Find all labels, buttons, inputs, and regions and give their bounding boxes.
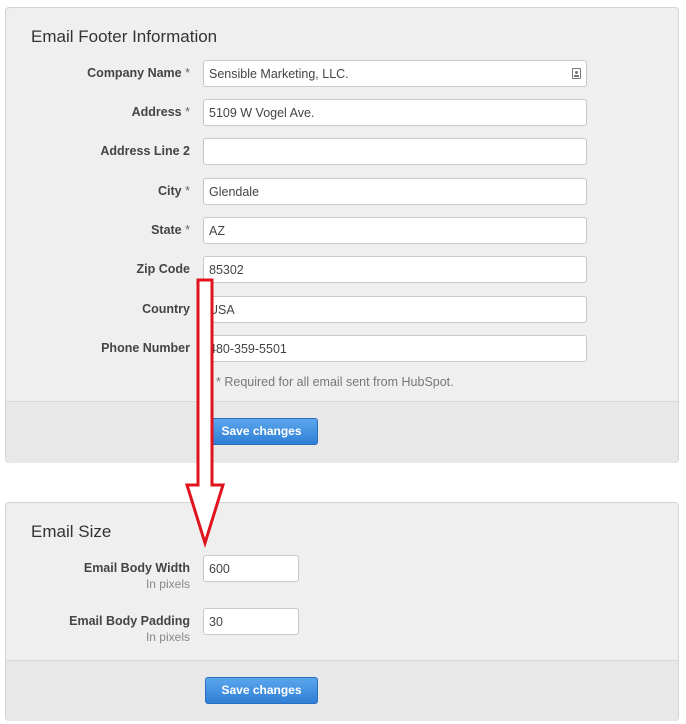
phone-number-row: Phone Number 480-359-5501 (6, 335, 678, 363)
email-body-width-sublabel: In pixels (145, 577, 190, 591)
country-field[interactable]: USA (203, 296, 587, 323)
zip-code-label: Zip Code (136, 262, 190, 276)
city-label: City * (158, 184, 190, 198)
contact-card-icon[interactable] (572, 68, 581, 79)
address-row: Address * 5109 W Vogel Ave. (6, 99, 678, 127)
email-footer-actions: Save changes (6, 401, 678, 463)
email-body-padding-label: Email Body Padding (69, 614, 190, 628)
email-size-actions: Save changes (6, 660, 678, 721)
city-field[interactable]: Glendale (203, 178, 587, 205)
company-name-label: Company Name * (87, 66, 190, 80)
address-label: Address * (131, 105, 190, 119)
address-line-2-row: Address Line 2 (6, 138, 678, 166)
state-field[interactable]: AZ (203, 217, 587, 244)
save-changes-button[interactable]: Save changes (205, 418, 318, 445)
city-row: City * Glendale (6, 178, 678, 206)
required-help-text: * Required for all email sent from HubSp… (216, 375, 454, 389)
address-line-2-field[interactable] (203, 138, 587, 165)
state-label: State * (151, 223, 190, 237)
email-body-width-label: Email Body Width (83, 561, 190, 575)
email-body-padding-field[interactable]: 30 (203, 608, 299, 635)
email-size-title: Email Size (31, 522, 112, 541)
zip-code-row: Zip Code 85302 (6, 256, 678, 284)
email-size-panel: Email Size Email Body Width In pixels 60… (5, 502, 679, 721)
zip-code-field[interactable]: 85302 (203, 256, 587, 283)
email-body-padding-row: Email Body Padding In pixels 30 (6, 608, 678, 648)
country-label: Country (142, 302, 190, 316)
email-footer-title: Email Footer Information (31, 27, 218, 46)
address-line-2-label: Address Line 2 (100, 144, 190, 158)
email-footer-panel: Email Footer Information Company Name * … (5, 7, 679, 463)
phone-number-field[interactable]: 480-359-5501 (203, 335, 587, 362)
state-row: State * AZ (6, 217, 678, 245)
email-body-width-field[interactable]: 600 (203, 555, 299, 582)
company-name-row: Company Name * Sensible Marketing, LLC. (6, 60, 678, 88)
save-changes-button[interactable]: Save changes (205, 677, 318, 704)
email-body-width-row: Email Body Width In pixels 600 (6, 555, 678, 595)
address-field[interactable]: 5109 W Vogel Ave. (203, 99, 587, 126)
phone-number-label: Phone Number (101, 341, 190, 355)
company-name-field[interactable]: Sensible Marketing, LLC. (203, 60, 587, 87)
country-row: Country USA (6, 296, 678, 324)
email-body-padding-sublabel: In pixels (145, 630, 190, 644)
